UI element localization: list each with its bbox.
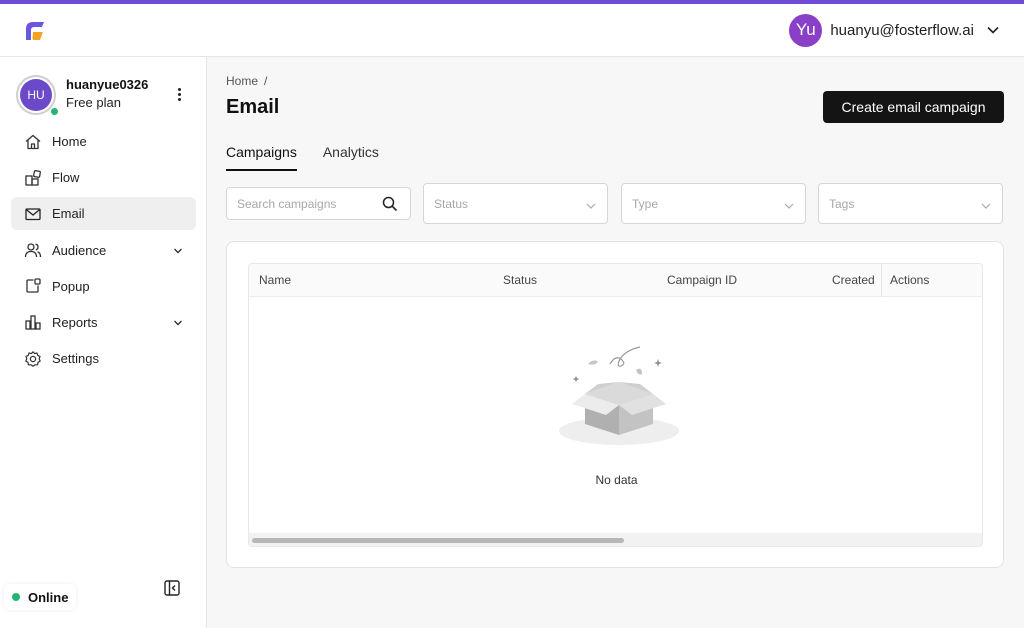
- column-header-created[interactable]: Created: [832, 273, 875, 287]
- sidebar-item-popup[interactable]: Popup: [11, 270, 196, 303]
- sidebar-item-flow[interactable]: Flow: [11, 161, 196, 194]
- breadcrumb-separator: /: [264, 74, 268, 88]
- collapse-sidebar-icon[interactable]: [163, 579, 181, 597]
- sidebar-item-settings[interactable]: Settings: [11, 342, 196, 375]
- column-divider: [881, 264, 882, 297]
- gear-icon: [24, 350, 42, 368]
- status-badge[interactable]: Online: [4, 584, 77, 610]
- search-field: [226, 187, 411, 220]
- sidebar-item-label: Popup: [52, 278, 90, 294]
- profile-card: HU huanyue0326 Free plan: [16, 75, 196, 117]
- users-icon: [24, 241, 42, 259]
- sidebar-item-label: Audience: [52, 242, 107, 258]
- column-header-status[interactable]: Status: [503, 273, 537, 287]
- horizontal-scrollbar[interactable]: [249, 533, 982, 546]
- mail-icon: [24, 205, 42, 223]
- top-bar: Yu huanyu@fosterflow.ai: [0, 4, 1024, 57]
- chevron-down-icon: [585, 199, 597, 211]
- column-header-campaign-id[interactable]: Campaign ID: [667, 273, 737, 287]
- more-vertical-icon[interactable]: [169, 83, 189, 105]
- tab-bar: Campaigns Analytics: [226, 144, 379, 171]
- sidebar-item-label: Email: [52, 206, 85, 222]
- column-header-name[interactable]: Name: [259, 273, 291, 287]
- tags-select-placeholder: Tags: [829, 196, 855, 211]
- fosterflow-logo-icon[interactable]: [22, 18, 48, 44]
- sidebar-item-label: Home: [52, 134, 87, 149]
- bar-chart-icon: [24, 313, 42, 331]
- status-select-placeholder: Status: [434, 196, 469, 211]
- chevron-down-icon[interactable]: [982, 19, 1004, 41]
- online-indicator: [50, 107, 59, 116]
- chevron-down-icon[interactable]: [172, 244, 184, 256]
- tab-analytics[interactable]: Analytics: [323, 144, 379, 171]
- user-menu[interactable]: Yu huanyu@fosterflow.ai: [789, 13, 1004, 47]
- chevron-down-icon: [783, 199, 795, 211]
- sidebar-item-audience[interactable]: Audience: [11, 234, 196, 267]
- campaigns-table: Name Status Campaign ID Created Actions: [248, 263, 983, 547]
- sidebar-item-label: Settings: [52, 351, 99, 367]
- type-select[interactable]: Type: [621, 183, 806, 224]
- sidebar-item-home[interactable]: Home: [11, 125, 196, 158]
- chevron-down-icon[interactable]: [172, 316, 184, 328]
- user-avatar: Yu: [789, 13, 823, 47]
- flow-icon: [24, 169, 42, 187]
- sidebar-nav: Home Flow Email Audience Popup Reports S…: [11, 125, 196, 378]
- user-email: huanyu@fosterflow.ai: [830, 21, 974, 39]
- breadcrumb: Home /: [226, 74, 267, 88]
- avatar: HU: [20, 79, 52, 111]
- scrollbar-thumb[interactable]: [252, 538, 624, 543]
- home-icon: [24, 133, 42, 151]
- create-email-campaign-button[interactable]: Create email campaign: [823, 91, 1004, 123]
- empty-box-icon: [558, 342, 680, 447]
- sidebar-item-reports[interactable]: Reports: [11, 306, 196, 339]
- column-header-actions: Actions: [890, 273, 930, 287]
- sidebar-item-label: Flow: [52, 170, 80, 186]
- profile-plan: Free plan: [66, 95, 121, 110]
- chevron-down-icon: [980, 199, 992, 211]
- table-header: Name Status Campaign ID Created Actions: [249, 264, 982, 297]
- type-select-placeholder: Type: [632, 196, 659, 211]
- search-input[interactable]: [227, 188, 377, 219]
- main-content: Home / Email Create email campaign Campa…: [207, 57, 1024, 628]
- empty-state: No data: [249, 297, 982, 533]
- empty-state-text: No data: [595, 473, 638, 487]
- status-select[interactable]: Status: [423, 183, 608, 224]
- popup-icon: [24, 277, 42, 295]
- status-label: Online: [28, 589, 69, 605]
- page-title: Email: [226, 96, 280, 118]
- status-dot: [12, 593, 20, 601]
- sidebar-item-label: Reports: [52, 314, 98, 330]
- tab-campaigns[interactable]: Campaigns: [226, 144, 297, 171]
- sidebar-item-email[interactable]: Email: [11, 197, 196, 231]
- tags-select[interactable]: Tags: [818, 183, 1003, 224]
- campaigns-card: Name Status Campaign ID Created Actions: [226, 241, 1004, 568]
- sidebar: HU huanyue0326 Free plan Home Flow Email: [0, 57, 207, 628]
- profile-name: huanyue0326: [66, 77, 149, 92]
- search-icon[interactable]: [381, 195, 399, 213]
- breadcrumb-home-link[interactable]: Home: [226, 74, 258, 88]
